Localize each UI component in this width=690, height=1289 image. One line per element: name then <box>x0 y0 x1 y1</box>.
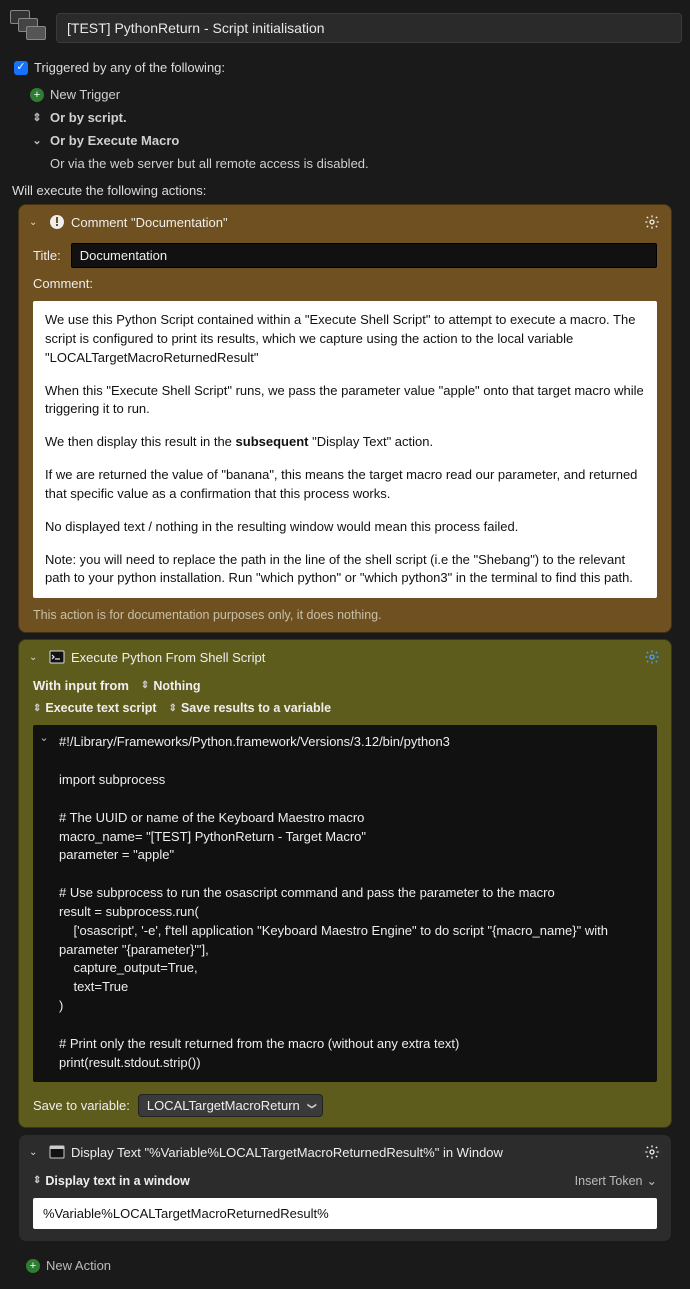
new-action-row[interactable]: + New Action <box>8 1248 682 1273</box>
gear-icon[interactable] <box>643 213 661 231</box>
triggered-checkbox[interactable] <box>14 61 28 75</box>
save-variable-select[interactable]: LOCALTargetMacroReturn <box>138 1094 323 1117</box>
comment-text-area[interactable]: We use this Python Script contained with… <box>33 301 657 598</box>
script-text-area[interactable]: #!/Library/Frameworks/Python.framework/V… <box>55 725 657 1082</box>
execute-text-script-selector[interactable]: ⇕ Execute text script <box>33 701 157 715</box>
actions-section-label: Will execute the following actions: <box>12 183 682 198</box>
gear-icon[interactable] <box>643 1143 661 1161</box>
or-by-execute-macro-row[interactable]: ⌄ Or by Execute Macro <box>30 129 682 152</box>
disclosure-icon[interactable]: ⌄ <box>29 1147 41 1158</box>
terminal-icon <box>49 649 65 665</box>
chevron-down-icon: ⌄ <box>30 134 44 147</box>
macro-title-field[interactable]: [TEST] PythonReturn - Script initialisat… <box>56 13 682 43</box>
exec-header-label: Execute Python From Shell Script <box>71 650 265 665</box>
updown-icon: ⇕ <box>169 703 177 714</box>
disclosure-icon[interactable]: ⌄ <box>29 652 41 663</box>
display-header-label: Display Text "%Variable%LOCALTargetMacro… <box>71 1145 503 1160</box>
or-web-label: Or via the web server but all remote acc… <box>50 156 369 171</box>
with-input-label: With input from <box>33 678 129 693</box>
new-trigger-row[interactable]: + New Trigger <box>30 83 682 106</box>
comment-header-label: Comment "Documentation" <box>71 215 228 230</box>
or-by-execmacro-label: Or by Execute Macro <box>50 133 179 148</box>
gear-icon[interactable] <box>643 648 661 666</box>
comment-title-input[interactable]: Documentation <box>71 243 657 268</box>
comment-icon <box>49 214 65 230</box>
save-results-selector[interactable]: ⇕ Save results to a variable <box>169 701 331 715</box>
display-text-area[interactable]: %Variable%LOCALTargetMacroReturnedResult… <box>33 1198 657 1229</box>
or-web-row: Or via the web server but all remote acc… <box>30 152 682 175</box>
comment-footer-note: This action is for documentation purpose… <box>19 604 671 622</box>
window-icon <box>49 1144 65 1160</box>
chevron-down-icon: ⌄ <box>647 1173 657 1188</box>
new-action-label: New Action <box>46 1258 111 1273</box>
updown-icon: ⇕ <box>33 703 41 714</box>
macro-group-icon <box>8 8 48 48</box>
updown-icon: ⇕ <box>33 1175 41 1186</box>
updown-icon: ⇕ <box>30 111 44 124</box>
display-mode-selector[interactable]: ⇕ Display text in a window <box>33 1174 190 1188</box>
action-comment[interactable]: ⌄ Comment "Documentation" Title: Documen… <box>18 204 672 633</box>
plus-icon: + <box>26 1259 40 1273</box>
updown-icon: ⇕ <box>141 680 149 691</box>
title-label: Title: <box>33 248 61 263</box>
input-source-selector[interactable]: ⇕ Nothing <box>141 679 201 693</box>
disclosure-icon[interactable]: ⌄ <box>29 217 41 228</box>
triggered-label: Triggered by any of the following: <box>34 60 225 75</box>
action-execute-shell[interactable]: ⌄ Execute Python From Shell Script With … <box>18 639 672 1128</box>
new-trigger-label: New Trigger <box>50 87 120 102</box>
comment-label: Comment: <box>33 276 93 291</box>
plus-icon: + <box>30 88 44 102</box>
or-by-script-row[interactable]: ⇕ Or by script. <box>30 106 682 129</box>
or-by-script-label: Or by script. <box>50 110 127 125</box>
save-to-var-label: Save to variable: <box>33 1098 130 1113</box>
chevron-down-icon[interactable]: ⌄ <box>37 731 51 744</box>
insert-token-button[interactable]: Insert Token ⌄ <box>575 1173 657 1188</box>
action-display-text[interactable]: ⌄ Display Text "%Variable%LOCALTargetMac… <box>18 1134 672 1242</box>
